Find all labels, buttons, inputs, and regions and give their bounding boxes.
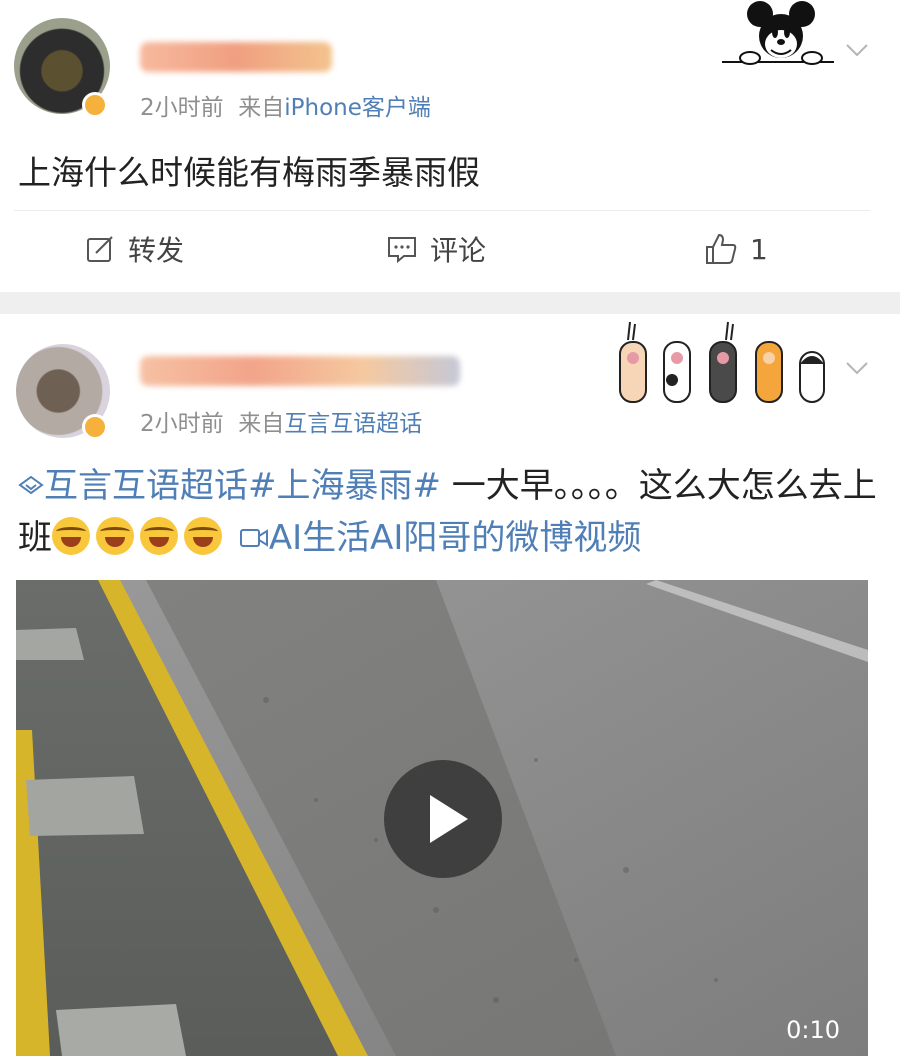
feed-separator	[0, 292, 900, 314]
laugh-cry-emoji-icon	[52, 517, 90, 555]
hashtag-link[interactable]: #上海暴雨#	[248, 466, 441, 506]
post-card-1: 2小时前 来自iPhone客户端 上海什么时候能有梅雨季暴雨假 转发 评论 1	[0, 0, 900, 292]
super-topic-link[interactable]: 互言互语超话	[44, 466, 248, 506]
post-text: 上海什么时候能有梅雨季暴雨假	[18, 153, 480, 192]
comment-button[interactable]: 评论	[386, 226, 486, 272]
verified-badge-icon	[82, 92, 108, 118]
from-label: 来自	[238, 95, 285, 121]
thumbs-up-icon	[706, 233, 737, 264]
from-label: 来自	[238, 411, 285, 437]
mickey-sticker-icon	[722, 1, 834, 65]
video-link[interactable]: AI生活AI阳哥的微博视频	[269, 518, 642, 558]
comment-label: 评论	[430, 234, 487, 267]
username-blurred[interactable]	[140, 42, 332, 72]
like-button[interactable]: 1	[704, 226, 768, 272]
video-duration: 0:10	[786, 1016, 840, 1044]
username-blurred[interactable]	[140, 356, 460, 386]
post-meta: 2小时前 来自iPhone客户端	[140, 88, 431, 122]
post-meta: 2小时前 来自互言互语超话	[140, 404, 422, 438]
video-camera-icon	[239, 529, 268, 547]
comment-icon	[388, 237, 416, 264]
repost-label: 转发	[128, 234, 185, 267]
play-icon	[430, 795, 468, 843]
like-count: 1	[750, 232, 768, 266]
post-text: 互言互语超话#上海暴雨# 一大早。。。。这么大怎么去上班 AI生活AI阳哥的微博…	[18, 460, 878, 564]
post-source[interactable]: 互言互语超话	[284, 411, 422, 437]
divider	[14, 210, 870, 211]
chevron-down-icon[interactable]	[844, 36, 870, 62]
cat-paws-sticker-icon	[619, 321, 825, 403]
post-source[interactable]: iPhone客户端	[284, 95, 431, 121]
laugh-cry-emoji-icon	[96, 517, 134, 555]
super-topic-diamond-icon	[18, 475, 44, 495]
post-time: 2小时前	[140, 411, 224, 437]
edit-share-icon	[87, 236, 113, 262]
post-time: 2小时前	[140, 95, 224, 121]
laugh-cry-emoji-icon	[140, 517, 178, 555]
verified-badge-icon	[82, 414, 108, 440]
chevron-down-icon[interactable]	[844, 354, 870, 380]
laugh-cry-emoji-icon	[184, 517, 222, 555]
repost-button[interactable]: 转发	[84, 226, 184, 272]
